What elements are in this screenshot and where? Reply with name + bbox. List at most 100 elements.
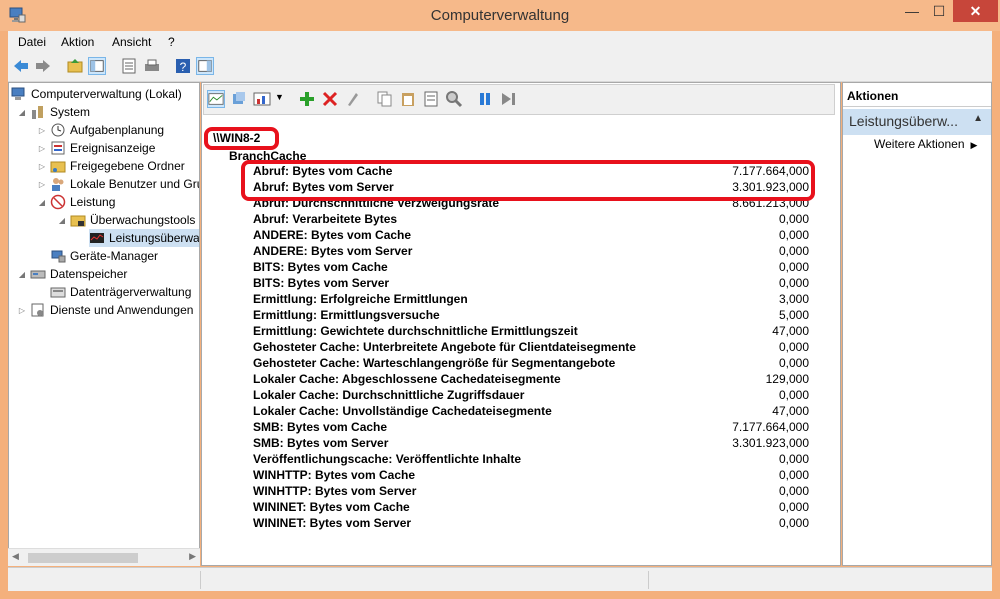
collapse-up-icon[interactable]: ▲	[973, 113, 983, 124]
copy-icon[interactable]	[376, 90, 394, 108]
counter-value: 3.301.923,000	[732, 436, 809, 450]
tree-node-label: Dienste und Anwendungen	[50, 303, 194, 317]
tree-node-aufgabenplanung[interactable]: ▷ Aufgabenplanung	[37, 121, 164, 139]
tree-node-lokale-benutzer[interactable]: ▷ Lokale Benutzer und Gruppen	[37, 175, 199, 193]
menu-datei[interactable]: Datei	[18, 35, 46, 49]
scroll-left-icon[interactable]: ◀	[12, 551, 19, 562]
tree-node-datentraegerverwaltung[interactable]: Datenträgerverwaltung	[50, 283, 191, 301]
counter-row[interactable]: WINHTTP: Bytes vom Server 0,000	[253, 484, 809, 500]
counter-row[interactable]: Gehosteter Cache: Warteschlangengröße fü…	[253, 356, 809, 372]
tree-node-system[interactable]: ◢ System	[17, 103, 90, 121]
counter-value: 0,000	[778, 468, 809, 482]
highlight-icon[interactable]	[344, 90, 362, 108]
counter-value: 0,000	[778, 244, 809, 258]
collapse-triangle-icon[interactable]: ◢	[37, 198, 47, 207]
tree-node-datenspeicher[interactable]: ◢ Datenspeicher	[17, 265, 127, 283]
zoom-icon[interactable]	[445, 90, 463, 108]
collapse-triangle-icon[interactable]: ◢	[57, 216, 67, 225]
tree-node-leistung[interactable]: ◢ Leistung	[37, 193, 115, 211]
expand-triangle-icon[interactable]: ▷	[37, 144, 47, 153]
counter-row[interactable]: Ermittlung: Gewichtete durchschnittliche…	[253, 324, 809, 340]
menu-ansicht[interactable]: Ansicht	[112, 35, 151, 49]
collapse-triangle-icon[interactable]: ◢	[17, 270, 27, 279]
expand-triangle-icon[interactable]: ▷	[17, 306, 27, 315]
status-bar	[8, 567, 992, 591]
counter-name: SMB: Bytes vom Server	[253, 436, 389, 450]
copy-properties-icon[interactable]	[230, 90, 248, 108]
counter-row[interactable]: WINHTTP: Bytes vom Cache 0,000	[253, 468, 809, 484]
menu-aktion[interactable]: Aktion	[61, 35, 94, 49]
counter-row[interactable]: Ermittlung: Erfolgreiche Ermittlungen 3,0…	[253, 292, 809, 308]
title-bar[interactable]: Computerverwaltung — ☐ ✕	[0, 0, 1000, 31]
close-button[interactable]: ✕	[953, 0, 998, 22]
update-data-icon[interactable]	[499, 90, 517, 108]
tree-node-label: Leistung	[70, 195, 116, 209]
tools-icon	[32, 106, 43, 119]
counter-row[interactable]: SMB: Bytes vom Server 3.301.923,000	[253, 436, 809, 452]
status-divider	[648, 571, 649, 589]
maximize-button[interactable]: ☐	[925, 0, 953, 22]
back-arrow-icon[interactable]	[12, 57, 30, 75]
counter-row[interactable]: Lokaler Cache: Abgeschlossene Cachedatei…	[253, 372, 809, 388]
tree-node-freigegebene-ordner[interactable]: ▷ Freigegebene Ordner	[37, 157, 185, 175]
tree-node-ueberwachungstools[interactable]: ◢ Überwachungstools	[57, 211, 195, 229]
counter-row[interactable]: Veröffentlichungscache: Veröffentlichte …	[253, 452, 809, 468]
dropdown-arrow-icon[interactable]: ▼	[275, 92, 284, 102]
forward-arrow-icon[interactable]	[34, 57, 52, 75]
counter-name: Ermittlung: Gewichtete durchschnittliche…	[253, 324, 578, 338]
expand-triangle-icon[interactable]: ▷	[37, 162, 47, 171]
counter-row[interactable]: Lokaler Cache: Unvollständige Cachedatei…	[253, 404, 809, 420]
show-action-pane-icon[interactable]	[196, 57, 214, 75]
expand-triangle-icon[interactable]: ▷	[37, 126, 47, 135]
menu-help[interactable]: ?	[168, 35, 175, 49]
counter-name: Ermittlung: Erfolgreiche Ermittlungen	[253, 292, 468, 306]
print-icon[interactable]	[143, 57, 161, 75]
counter-row[interactable]: ANDERE: Bytes vom Cache 0,000	[253, 228, 809, 244]
properties-icon[interactable]	[120, 57, 138, 75]
more-actions-link[interactable]: Weitere Aktionen ▶	[874, 137, 977, 151]
status-divider	[200, 571, 201, 589]
pause-icon[interactable]	[476, 90, 494, 108]
up-folder-icon[interactable]	[66, 57, 84, 75]
counter-row[interactable]: WININET: Bytes vom Cache 0,000	[253, 500, 809, 516]
counter-row[interactable]: Gehosteter Cache: Unterbreitete Angebote…	[253, 340, 809, 356]
counter-row[interactable]: BITS: Bytes vom Cache 0,000	[253, 260, 809, 276]
paste-icon[interactable]	[399, 90, 417, 108]
counter-value: 0,000	[778, 260, 809, 274]
counter-row[interactable]: Ermittlung: Ermittlungsversuche 5,000	[253, 308, 809, 324]
minimize-button[interactable]: —	[898, 0, 926, 22]
tree-node-leistungsueberwachung[interactable]: Leistungsüberwachung	[89, 229, 199, 247]
scrollbar-thumb[interactable]	[28, 553, 138, 563]
actions-selected-item[interactable]: Leistungsüberw... ▲	[843, 109, 991, 135]
properties-list-icon[interactable]	[422, 90, 440, 108]
counter-value: 5,000	[778, 308, 809, 322]
counter-row[interactable]: BITS: Bytes vom Server 0,000	[253, 276, 809, 292]
tree-node-geraete-manager[interactable]: Geräte-Manager	[50, 247, 158, 265]
counter-name: BITS: Bytes vom Server	[253, 276, 390, 290]
delete-counter-icon[interactable]	[321, 90, 339, 108]
help-icon[interactable]: ?	[174, 57, 192, 75]
tree-node-ereignisanzeige[interactable]: ▷ Ereignisanzeige	[37, 139, 155, 157]
change-graph-type-icon[interactable]	[253, 90, 271, 108]
counter-row[interactable]: SMB: Bytes vom Cache 7.177.664,000	[253, 420, 809, 436]
expand-triangle-icon[interactable]: ▷	[37, 180, 47, 189]
add-counter-icon[interactable]	[298, 90, 316, 108]
tree-node-label: Datenspeicher	[50, 267, 128, 281]
tree-horizontal-scrollbar[interactable]: ◀ ▶	[8, 548, 200, 566]
counter-row[interactable]: Abruf: Verarbeitete Bytes 0,000	[253, 212, 809, 228]
counter-row[interactable]: ANDERE: Bytes vom Server 0,000	[253, 244, 809, 260]
users-icon	[52, 178, 64, 191]
counter-row[interactable]: Lokaler Cache: Durchschnittliche Zugriff…	[253, 388, 809, 404]
svg-text:?: ?	[180, 60, 187, 74]
collapse-triangle-icon[interactable]: ◢	[17, 108, 27, 117]
tree-node-dienste-und-anwendungen[interactable]: ▷ Dienste und Anwendungen	[17, 301, 194, 319]
show-hide-tree-icon[interactable]	[88, 57, 106, 75]
counter-value: 0,000	[778, 484, 809, 498]
tree-node-computer-management[interactable]: Computerverwaltung (Lokal)	[11, 85, 182, 103]
counter-name: Gehosteter Cache: Warteschlangengröße fü…	[253, 356, 616, 370]
storage-icon	[30, 270, 46, 279]
counter-row[interactable]: WININET: Bytes vom Server 0,000	[253, 516, 809, 532]
view-graph-icon[interactable]	[207, 90, 225, 108]
actions-selected-label: Leistungsüberw...	[849, 113, 958, 129]
scroll-right-icon[interactable]: ▶	[189, 551, 196, 562]
